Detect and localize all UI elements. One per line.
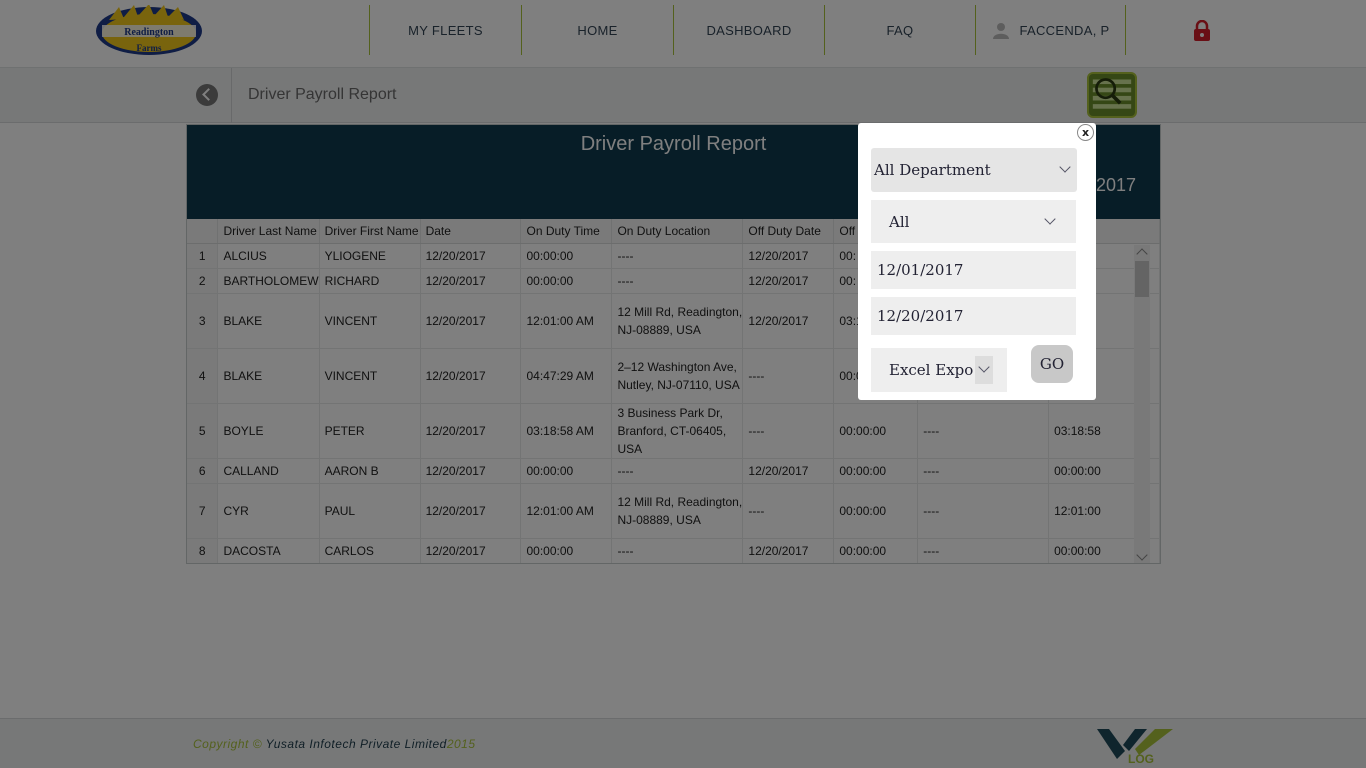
chevron-down-icon [978,361,990,373]
start-date-field[interactable]: 12/01/2017 [871,251,1076,289]
driver-select-value: All [889,212,910,231]
end-date-field[interactable]: 12/20/2017 [871,297,1076,335]
export-format-value: Excel Export [889,361,973,379]
department-select[interactable]: All Department [871,148,1077,192]
driver-select[interactable]: All [871,200,1076,243]
close-modal-button[interactable]: x [1077,124,1094,141]
go-button[interactable]: GO [1031,345,1073,383]
modal-backdrop[interactable] [0,0,1366,768]
start-date-value: 12/01/2017 [877,261,964,279]
filter-modal: x All Department All 12/01/2017 12/20/20… [858,123,1096,400]
chevron-down-icon [1044,213,1056,225]
export-format-select[interactable]: Excel Export [871,348,1007,392]
end-date-value: 12/20/2017 [877,307,964,325]
chevron-down-icon [1059,161,1071,173]
department-select-value: All Department [874,161,991,179]
export-dropdown-arrow[interactable] [975,356,993,384]
